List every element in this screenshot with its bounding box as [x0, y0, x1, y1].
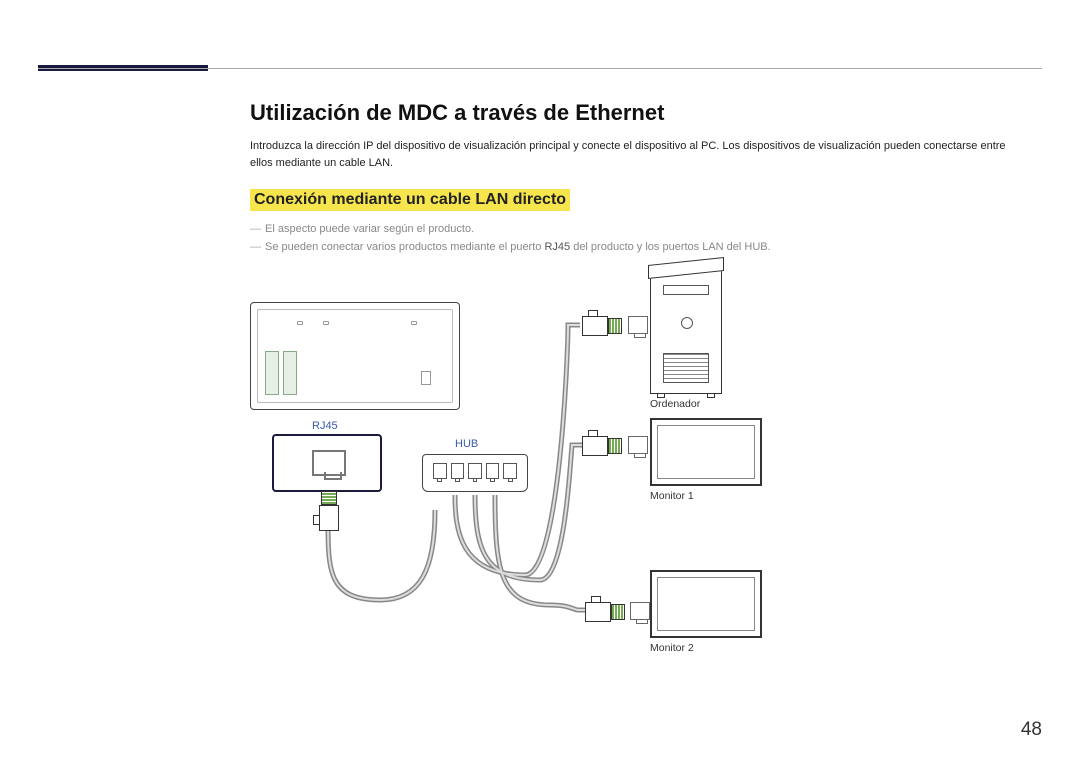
note-2-post: del producto y los puertos LAN del HUB. — [570, 241, 771, 253]
hub-port — [451, 463, 465, 479]
note-1: ―El aspecto puede variar según el produc… — [250, 221, 1040, 239]
note-2-pre: Se pueden conectar varios productos medi… — [265, 241, 544, 253]
hub-port — [503, 463, 517, 479]
panel-slot-2 — [283, 351, 297, 395]
computer-label: Ordenador — [650, 398, 700, 410]
note-2: ―Se pueden conectar varios productos med… — [250, 239, 1040, 257]
rj45-label: RJ45 — [312, 420, 338, 432]
page-title: Utilización de MDC a través de Ethernet — [250, 100, 1040, 126]
monitor-2 — [650, 570, 762, 638]
note-1-text: El aspecto puede variar según el product… — [265, 223, 474, 235]
rj45-plug-main — [315, 489, 343, 531]
panel-button — [421, 371, 431, 385]
panel-port-c — [411, 321, 417, 325]
display-back-panel — [250, 302, 460, 410]
intro-paragraph: Introduzca la dirección IP del dispositi… — [250, 138, 1030, 171]
hub-port — [486, 463, 500, 479]
computer-tower — [650, 270, 722, 394]
rj45-port-icon — [312, 450, 346, 476]
monitor1-label: Monitor 1 — [650, 490, 694, 502]
plug-to-monitor2 — [585, 598, 627, 626]
hub-port — [433, 463, 447, 479]
page-number: 48 — [1021, 719, 1042, 741]
page-content: Utilización de MDC a través de Ethernet … — [250, 100, 1040, 690]
monitor2-lan-port — [630, 602, 650, 620]
hub-port — [468, 463, 482, 479]
rj45-closeup — [272, 434, 382, 492]
hub-device — [422, 454, 528, 492]
plug-to-monitor1 — [582, 432, 624, 460]
plug-to-computer — [582, 312, 624, 340]
panel-port-b — [323, 321, 329, 325]
top-rule — [38, 68, 1042, 69]
monitor2-label: Monitor 2 — [650, 642, 694, 654]
panel-slot-1 — [265, 351, 279, 395]
monitor-1 — [650, 418, 762, 486]
notes-block: ―El aspecto puede variar según el produc… — [250, 221, 1040, 256]
panel-port-a — [297, 321, 303, 325]
monitor1-lan-port — [628, 436, 648, 454]
hub-label: HUB — [455, 438, 478, 450]
computer-lan-port — [628, 316, 648, 334]
sub-heading: Conexión mediante un cable LAN directo — [250, 189, 570, 211]
note-2-keyword: RJ45 — [544, 241, 570, 253]
connection-diagram: RJ45 HUB — [250, 270, 1010, 690]
